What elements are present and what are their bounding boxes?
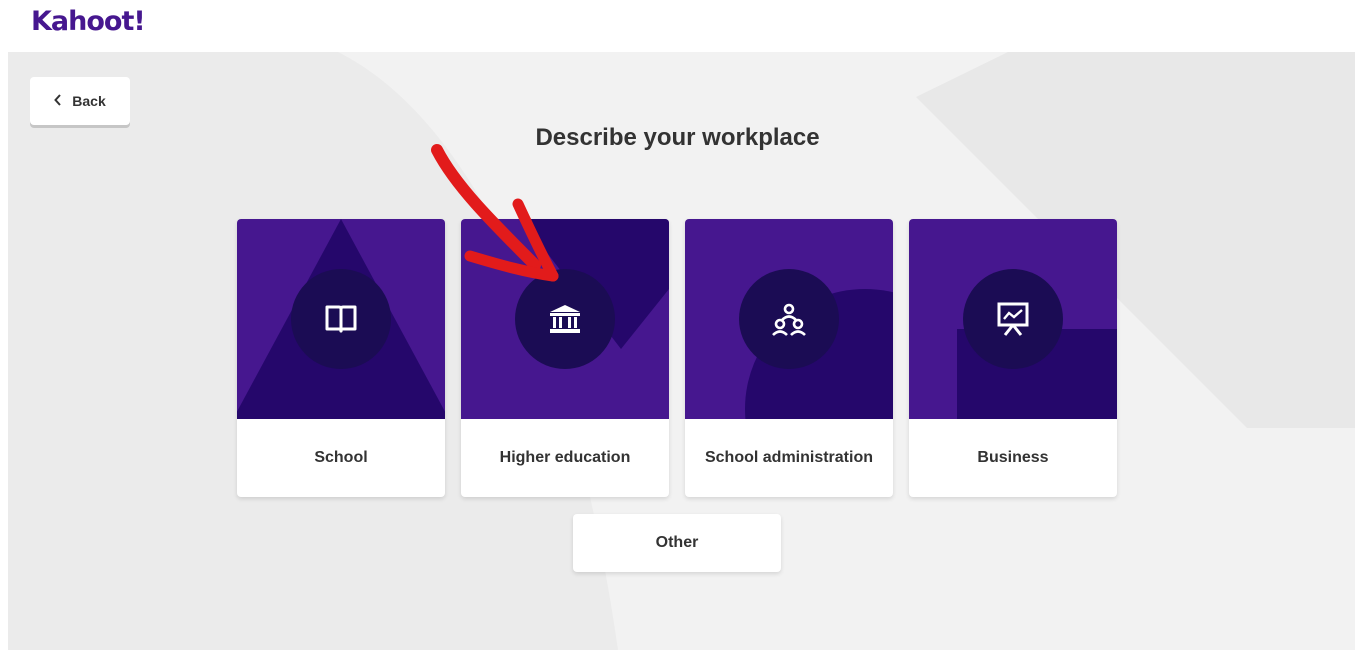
book-icon	[291, 269, 391, 369]
card-illustration	[685, 219, 893, 419]
page-title: Describe your workplace	[535, 124, 820, 151]
option-label: Business	[977, 449, 1049, 466]
card-illustration	[237, 219, 445, 419]
building-columns-icon	[515, 269, 615, 369]
option-label: School administration	[704, 449, 873, 466]
presentation-chart-icon	[963, 269, 1063, 369]
top-bar: Kahoot!	[0, 0, 1355, 52]
card-illustration	[461, 219, 669, 419]
kahoot-logo[interactable]: Kahoot!	[31, 6, 146, 37]
option-card-business[interactable]: Business	[909, 219, 1117, 497]
main-stage: Back Describe your workplace School High…	[8, 52, 1355, 650]
option-card-school-administration[interactable]: School administration	[685, 219, 893, 497]
back-button[interactable]: Back	[30, 77, 130, 125]
back-button-label: Back	[72, 93, 106, 109]
option-card-other[interactable]: Other	[573, 514, 781, 572]
group-icon	[739, 269, 839, 369]
option-card-school[interactable]: School	[237, 219, 445, 497]
option-label: School	[314, 449, 368, 466]
card-illustration	[909, 219, 1117, 419]
option-label: Higher education	[499, 449, 631, 466]
chevron-left-icon	[54, 93, 62, 109]
option-card-higher-education[interactable]: Higher education	[461, 219, 669, 497]
